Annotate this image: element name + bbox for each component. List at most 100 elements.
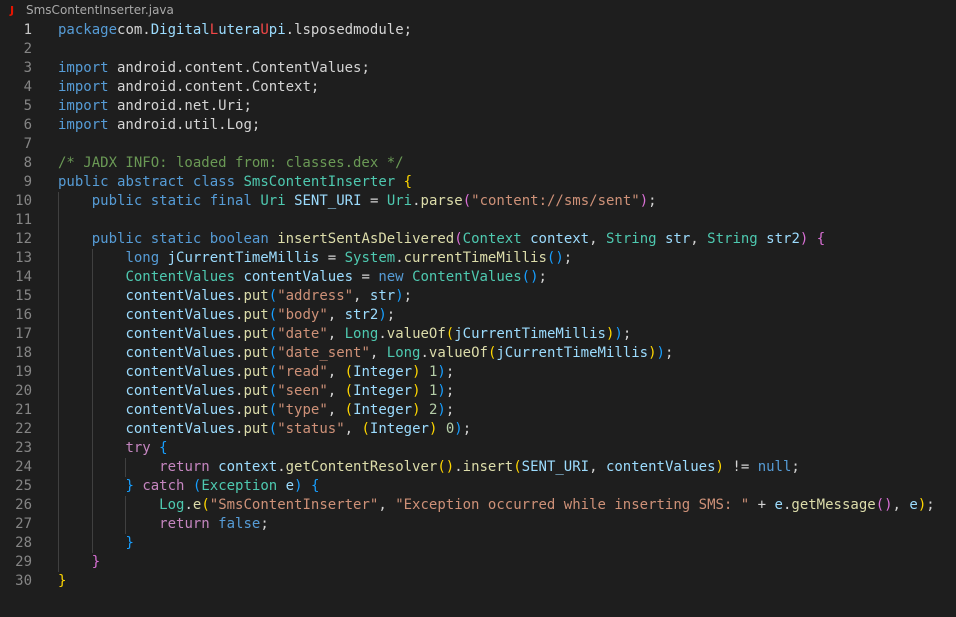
code-line[interactable]: 23 try { [0, 439, 956, 458]
code-text[interactable]: } [58, 534, 956, 553]
code-text[interactable]: contentValues.put("date", Long.valueOf(j… [58, 325, 956, 344]
code-text[interactable] [58, 211, 956, 230]
code-line[interactable]: 20 contentValues.put("seen", (Integer) 1… [0, 382, 956, 401]
indent-guide [91, 363, 93, 382]
code-text[interactable]: public static final Uri SENT_URI = Uri.p… [58, 192, 956, 211]
code-line[interactable]: 5 import android.net.Uri; [0, 97, 956, 116]
code-token: "Exception occurred while inserting SMS:… [395, 497, 750, 513]
code-text[interactable]: contentValues.put("seen", (Integer) 1); [58, 382, 956, 401]
code-text[interactable]: public abstract class SmsContentInserter… [58, 173, 956, 192]
code-token: Exception [201, 478, 278, 494]
code-text[interactable]: } [58, 572, 956, 591]
code-editor[interactable]: 1 packagecom.DigitalLuteraUpi.lsposedmodu… [0, 21, 956, 617]
code-text[interactable]: packagecom.DigitalLuteraUpi.lsposedmodul… [58, 21, 956, 40]
code-line[interactable]: 14 ContentValues contentValues = new Con… [0, 268, 956, 287]
code-line[interactable]: 30} [0, 572, 956, 591]
breadcrumb-filename[interactable]: SmsContentInserter.java [26, 3, 174, 17]
code-text[interactable]: ContentValues contentValues = new Conten… [58, 268, 956, 287]
code-token: , [353, 288, 370, 304]
code-text[interactable]: /* JADX INFO: loaded from: classes.dex *… [58, 154, 956, 173]
code-line[interactable]: 21 contentValues.put("type", (Integer) 2… [0, 401, 956, 420]
code-line[interactable]: 22 contentValues.put("status", (Integer)… [0, 420, 956, 439]
code-text[interactable]: import android.net.Uri; [58, 97, 956, 116]
code-line[interactable]: 11 [0, 211, 956, 230]
code-token: Log [159, 497, 185, 513]
code-token: ; [791, 459, 800, 475]
line-number: 27 [15, 516, 32, 532]
code-text[interactable]: import android.content.Context; [58, 78, 956, 97]
indent-guide [91, 382, 93, 401]
breadcrumb[interactable]: J SmsContentInserter.java [0, 0, 956, 20]
code-line[interactable]: 27 return false; [0, 515, 956, 534]
line-number: 13 [15, 250, 32, 266]
code-line[interactable]: 10 public static final Uri SENT_URI = Ur… [0, 192, 956, 211]
code-line[interactable]: 28 } [0, 534, 956, 553]
code-token: 0 [445, 421, 455, 437]
code-line[interactable]: 8 /* JADX INFO: loaded from: classes.dex … [0, 154, 956, 173]
code-text[interactable]: contentValues.put("read", (Integer) 1); [58, 363, 956, 382]
code-token: ( [344, 364, 354, 380]
code-line[interactable]: 19 contentValues.put("read", (Integer) 1… [0, 363, 956, 382]
code-text[interactable]: import android.content.ContentValues; [58, 59, 956, 78]
code-text[interactable]: return context.getContentResolver().inse… [58, 458, 956, 477]
code-line[interactable]: 17 contentValues.put("date", Long.valueO… [0, 325, 956, 344]
code-token: { [159, 440, 168, 456]
indent-guide [58, 306, 59, 325]
code-line[interactable]: 7 [0, 135, 956, 154]
code-token: ; [563, 250, 573, 266]
code-text[interactable]: import android.util.Log; [58, 116, 956, 135]
line-number: 24 [15, 459, 32, 475]
code-token: android.content.Context; [108, 79, 320, 95]
code-token: getContentResolver [285, 459, 438, 475]
code-token: ) [378, 307, 387, 323]
code-token: contentValues [125, 421, 236, 437]
code-text[interactable]: long jCurrentTimeMillis = System.current… [58, 249, 956, 268]
code-line[interactable]: 6 import android.util.Log; [0, 116, 956, 135]
line-number: 2 [23, 41, 32, 57]
code-text[interactable] [58, 135, 956, 154]
code-token: } [91, 554, 101, 570]
line-number: 8 [23, 155, 32, 171]
code-token: ) [437, 383, 446, 399]
code-line[interactable]: 24 return context.getContentResolver().i… [0, 458, 956, 477]
code-text[interactable]: try { [58, 439, 956, 458]
code-token: new [378, 269, 404, 285]
code-line[interactable]: 9 public abstract class SmsContentInserte… [0, 173, 956, 192]
code-text[interactable]: contentValues.put("status", (Integer) 0)… [58, 420, 956, 439]
indent-guide [58, 325, 59, 344]
code-line[interactable]: 13 long jCurrentTimeMillis = System.curr… [0, 249, 956, 268]
code-line[interactable]: 15 contentValues.put("address", str); [0, 287, 956, 306]
code-text[interactable]: contentValues.put("type", (Integer) 2); [58, 401, 956, 420]
code-token: ) [437, 364, 446, 380]
indent-guide [58, 496, 59, 515]
code-text[interactable]: Log. e ("SmsContentInserter", "Exception o… [58, 496, 956, 515]
code-token: , [327, 326, 345, 342]
code-token: . [395, 250, 404, 266]
code-line[interactable]: 16 contentValues.put("body", str2); [0, 306, 956, 325]
code-line[interactable]: 1 packagecom.DigitalLuteraUpi.lsposedmodu… [0, 21, 956, 40]
code-line[interactable]: 26 Log. e ("SmsContentInserter", "Exceptio… [0, 496, 956, 515]
code-text[interactable] [58, 40, 956, 59]
code-token: ( [268, 288, 278, 304]
code-line[interactable]: 3 import android.content.ContentValues; [0, 59, 956, 78]
code-text[interactable]: contentValues.put("address", str); [58, 287, 956, 306]
code-line[interactable]: 12 public static boolean insertSentAsDel… [0, 230, 956, 249]
code-text[interactable]: return false; [58, 515, 956, 534]
code-text[interactable]: contentValues.put("body", str2); [58, 306, 956, 325]
code-line[interactable]: 4 import android.content.Context; [0, 78, 956, 97]
code-line[interactable]: 2 [0, 40, 956, 59]
line-number: 20 [15, 383, 32, 399]
code-text[interactable]: } [58, 553, 956, 572]
code-line[interactable]: 25 } catch (Exception e) { [0, 477, 956, 496]
code-token: getMessage [791, 497, 876, 513]
code-line[interactable]: 18 contentValues.put("date_sent", Long.v… [0, 344, 956, 363]
code-text[interactable]: } catch (Exception e) { [58, 477, 956, 496]
code-text[interactable]: contentValues.put("date_sent", Long.valu… [58, 344, 956, 363]
indent-guide [91, 439, 93, 458]
code-line[interactable]: 29 } [0, 553, 956, 572]
code-text[interactable]: public static boolean insertSentAsDelive… [58, 230, 956, 249]
line-number: 15 [15, 288, 32, 304]
